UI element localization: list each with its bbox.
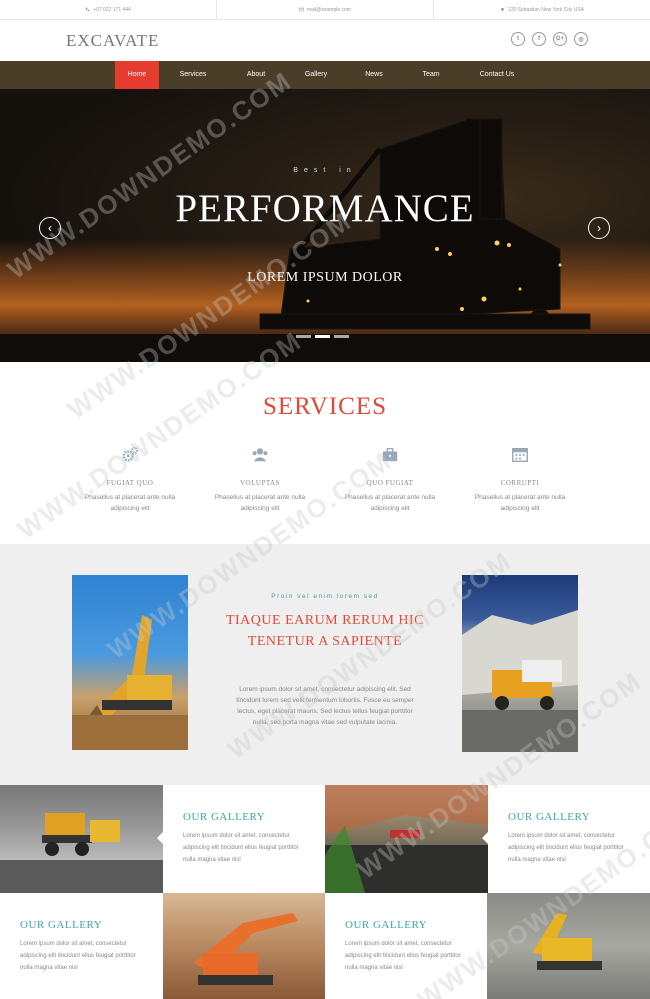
nav-gallery[interactable]: Gallery: [285, 61, 347, 89]
slider-dots: [296, 335, 349, 338]
address-text: 120 Sebastian New York City USA: [507, 6, 585, 13]
feature-text: Lorem ipsum dolor sit amet, consectetur …: [236, 686, 414, 726]
service-title: QUO FUGIAT: [366, 479, 414, 487]
feature-title: TIAQUE EARUM RERUM HIC TENETUR A SAPIENT…: [225, 613, 425, 649]
gallery-desc: Lorem ipsum dolor sit amet, consectetur …: [345, 941, 461, 971]
gallery-title[interactable]: OUR GALLERY: [183, 811, 265, 823]
email-text[interactable]: mail@example.com: [307, 7, 351, 13]
slider-next-button[interactable]: ›: [588, 217, 610, 239]
hero-slider: Best in PERFORMANCE LOREM IPSUM DOLOR ‹ …: [0, 89, 650, 362]
nav-team[interactable]: Team: [401, 61, 461, 89]
chevron-left-icon: ‹: [48, 221, 52, 235]
gallery-title[interactable]: OUR GALLERY: [345, 919, 427, 931]
service-item: VOLUPTAS Phasellus at placerat ante null…: [200, 446, 320, 514]
services-heading: SERVICES: [262, 393, 388, 420]
gallery-desc: Lorem ipsum dolor sit amet, consectetur …: [20, 941, 136, 971]
slider-dot[interactable]: [334, 335, 349, 338]
social-links: t f G+ ◎: [511, 32, 588, 46]
users-icon: [252, 448, 268, 462]
chevron-right-icon: ›: [597, 221, 601, 235]
main-nav: Home Services About Gallery News Team Co…: [0, 61, 650, 89]
briefcase-icon: [382, 448, 398, 462]
nav-contact[interactable]: Contact Us: [461, 61, 533, 89]
service-desc: Phasellus at placerat ante nulla adipisc…: [344, 494, 436, 512]
service-title: CORRUPTI: [500, 479, 540, 487]
header: EXCAVATE t f G+ ◎: [0, 20, 650, 61]
gallery-card: OUR GALLERY Lorem ipsum dolor sit amet, …: [157, 785, 325, 893]
slider-prev-button[interactable]: ‹: [39, 217, 61, 239]
hero-subtitle: LOREM IPSUM DOLOR: [247, 270, 403, 285]
service-desc: Phasellus at placerat ante nulla adipisc…: [474, 494, 566, 512]
address-info: 120 Sebastian New York City USA: [434, 0, 650, 19]
gears-icon: [122, 446, 139, 462]
calendar-icon: [512, 447, 528, 463]
gallery-title[interactable]: OUR GALLERY: [20, 919, 102, 931]
facebook-icon[interactable]: f: [532, 32, 546, 46]
dribbble-icon[interactable]: ◎: [574, 32, 588, 46]
top-info-bar: +07 022 171 444 mail@example.com 120 Seb…: [0, 0, 650, 20]
gallery-title[interactable]: OUR GALLERY: [508, 811, 590, 823]
google-plus-icon[interactable]: G+: [553, 32, 567, 46]
slider-dot[interactable]: [296, 335, 311, 338]
gallery-photo[interactable]: [0, 785, 163, 893]
slider-dot-active[interactable]: [315, 335, 330, 338]
service-desc: Phasellus at placerat ante nulla adipisc…: [214, 494, 306, 512]
nav-about[interactable]: About: [227, 61, 285, 89]
gallery-card: OUR GALLERY Lorem ipsum dolor sit amet, …: [482, 785, 650, 893]
nav-news[interactable]: News: [347, 61, 401, 89]
map-marker-icon: [500, 8, 504, 12]
hero-kicker: Best in: [293, 167, 357, 174]
phone-info: +07 022 171 444: [0, 0, 217, 19]
phone-text: +07 022 171 444: [93, 6, 131, 13]
gallery-card: OUR GALLERY Lorem ipsum dolor sit amet, …: [325, 893, 493, 999]
gallery-photo[interactable]: [163, 893, 325, 999]
gallery-desc: Lorem ipsum dolor sit amet, consectetur …: [183, 833, 299, 863]
service-title: VOLUPTAS: [240, 479, 280, 487]
service-title: FUGIAT QUO: [106, 479, 154, 487]
gallery-card: OUR GALLERY Lorem ipsum dolor sit amet, …: [0, 893, 168, 999]
envelope-icon: [299, 7, 304, 12]
service-item: FUGIAT QUO Phasellus at placerat ante nu…: [70, 446, 190, 514]
gallery-photo[interactable]: [487, 893, 650, 999]
gallery-desc: Lorem ipsum dolor sit amet, consectetur …: [508, 833, 624, 863]
service-item: QUO FUGIAT Phasellus at placerat ante nu…: [330, 446, 450, 514]
phone-icon: [85, 7, 90, 12]
service-item: CORRUPTI Phasellus at placerat ante null…: [460, 446, 580, 514]
twitter-icon[interactable]: t: [511, 32, 525, 46]
nav-services[interactable]: Services: [159, 61, 227, 89]
gallery-photo[interactable]: [325, 785, 488, 893]
excavator-photo: [72, 575, 188, 750]
nav-home[interactable]: Home: [115, 61, 159, 89]
feature-kicker: Proin vel enim lorem sed: [271, 593, 379, 600]
hero-title: PERFORMANCE: [175, 187, 475, 230]
service-desc: Phasellus at placerat ante nulla adipisc…: [84, 494, 176, 512]
dump-truck-photo: [462, 575, 578, 752]
email-info: mail@example.com: [217, 0, 434, 19]
site-logo[interactable]: EXCAVATE: [66, 31, 159, 51]
